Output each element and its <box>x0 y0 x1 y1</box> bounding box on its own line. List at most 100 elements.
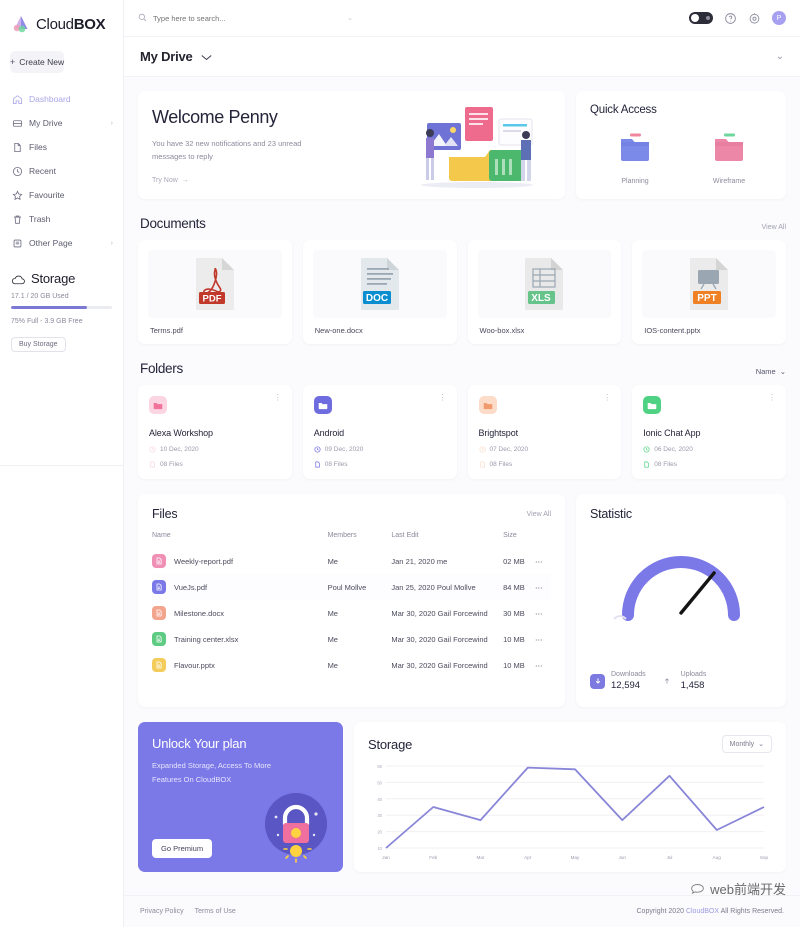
folder-card[interactable]: ⋮ Ionic Chat App 06 Dec, 2020 08 Files <box>632 385 786 479</box>
svg-text:Aug: Aug <box>713 855 722 860</box>
folder-menu-icon[interactable]: ⋮ <box>439 393 447 402</box>
folder-card[interactable]: ⋮ Brightspot 07 Dec, 2020 08 Files <box>467 385 622 479</box>
svg-text:50: 50 <box>377 780 382 785</box>
quick-access-title: Quick Access <box>590 104 657 116</box>
table-row[interactable]: Training center.xlsx Me Mar 30, 2020 Gai… <box>152 626 551 652</box>
row-menu-icon[interactable]: ⋯ <box>535 652 551 678</box>
folders-grid: ⋮ Alexa Workshop 10 Dec, 2020 08 Files ⋮… <box>138 385 786 479</box>
svg-text:Sep: Sep <box>760 855 768 860</box>
sidebar-item-other-page[interactable]: Other Page › <box>11 231 123 255</box>
content-scroll: Welcome Penny You have 32 new notificati… <box>124 77 800 895</box>
svg-text:PDF: PDF <box>202 294 221 305</box>
brand-bold: BOX <box>73 15 106 33</box>
table-row[interactable]: Flavour.pptx Me Mar 30, 2020 Gail Forcew… <box>152 652 551 678</box>
terms-of-use-link[interactable]: Terms of Use <box>195 908 236 915</box>
sidebar-item-dashboard[interactable]: Dashboard <box>11 87 123 111</box>
period-label: Monthly <box>729 740 755 748</box>
copyright-suffix: All Rights Reserved. <box>720 908 784 915</box>
help-circle-icon[interactable] <box>724 12 737 25</box>
file-size: 02 MB <box>503 556 525 566</box>
row-menu-icon[interactable]: ⋯ <box>535 574 551 600</box>
theme-toggle[interactable] <box>689 12 713 24</box>
quick-access-item-planning[interactable]: Planning <box>598 132 672 185</box>
main-area: ⌄ P My Drive ⌄ <box>124 0 800 927</box>
folder-icon <box>621 133 649 161</box>
period-select[interactable]: Monthly ⌄ <box>721 735 772 753</box>
folder-card[interactable]: ⋮ Android 09 Dec, 2020 08 Files <box>302 385 457 479</box>
buy-storage-button[interactable]: Buy Storage <box>11 337 66 352</box>
avatar[interactable]: P <box>772 11 786 25</box>
go-premium-button[interactable]: Go Premium <box>152 839 213 858</box>
cloud-icon <box>11 273 26 285</box>
sidebar-item-my-drive[interactable]: My Drive › <box>11 111 123 135</box>
folder-files-row: 08 Files <box>643 461 775 468</box>
folder-files-row: 08 Files <box>314 461 446 468</box>
document-card[interactable]: DOC New-one.docx <box>302 240 457 344</box>
try-now-link[interactable]: Try Now → <box>152 177 189 184</box>
document-card[interactable]: PDF Terms.pdf <box>138 240 292 344</box>
storage-chart-title: Storage <box>368 736 413 752</box>
search-box[interactable]: ⌄ <box>138 8 353 28</box>
drive-chevron-down-icon[interactable] <box>201 48 212 66</box>
files-view-all-link[interactable]: View All <box>527 511 551 518</box>
folder-files-row: 08 Files <box>149 461 281 468</box>
folder-date-row: 10 Dec, 2020 <box>149 446 281 453</box>
file-last-edit: Jan 21, 2020 me <box>391 556 448 566</box>
create-new-button[interactable]: + Create New <box>10 51 65 73</box>
file-name: VueJs.pdf <box>174 582 208 592</box>
file-members: Poul Mollve <box>327 574 392 600</box>
file-type-icon <box>152 632 166 646</box>
line-chart: 10 20 30 40 50 60 Jan Feb Mar Apr May Jun Jul Aug Sep <box>368 762 772 867</box>
folder-card[interactable]: ⋮ Alexa Workshop 10 Dec, 2020 08 Files <box>138 385 292 479</box>
file-members: Me <box>327 608 338 618</box>
row-menu-icon[interactable]: ⋯ <box>535 600 551 626</box>
file-size: 10 MB <box>503 660 525 670</box>
folder-icon <box>643 396 662 414</box>
folder-files: 08 Files <box>654 461 678 468</box>
sidebar-item-favourite[interactable]: Favourite <box>11 183 123 207</box>
folder-menu-icon[interactable]: ⋮ <box>603 393 611 402</box>
search-input[interactable] <box>153 13 342 23</box>
sidebar-item-trash[interactable]: Trash <box>11 207 123 231</box>
folder-date-row: 06 Dec, 2020 <box>643 446 775 453</box>
pdf-file-icon: PDF <box>195 258 234 310</box>
topbar: ⌄ P <box>124 0 800 37</box>
folder-files: 08 Files <box>160 461 183 468</box>
sidebar-item-recent[interactable]: Recent <box>11 159 123 183</box>
quick-access-item-wireframe[interactable]: Wireframe <box>692 132 766 185</box>
documents-view-all-link[interactable]: View All <box>762 224 786 231</box>
svg-text:Jan: Jan <box>382 855 390 860</box>
column-last-edit: Last Edit <box>391 532 419 539</box>
statistic-title: Statistic <box>590 507 632 521</box>
documents-grid: PDF Terms.pdf DOC New-one.docx XLS Woo-b… <box>138 240 786 344</box>
folder-menu-icon[interactable]: ⋮ <box>274 393 282 402</box>
clock-icon <box>11 165 24 178</box>
brand[interactable]: CloudBOX <box>0 0 123 37</box>
settings-icon[interactable] <box>748 12 761 25</box>
file-name: Weekly-report.pdf <box>174 556 234 566</box>
arrow-right-icon: → <box>181 177 189 185</box>
files-table-head: Name Members Last Edit Size <box>152 532 551 548</box>
clock-icon <box>149 446 156 453</box>
folders-sort-select[interactable]: Name ⌄ <box>756 367 786 376</box>
row-menu-icon[interactable]: ⋯ <box>535 548 551 574</box>
chevron-down-icon[interactable]: ⌄ <box>347 14 353 22</box>
row-menu-icon[interactable]: ⋯ <box>535 626 551 652</box>
sidebar-label: My Drive <box>29 118 63 128</box>
files-table: Name Members Last Edit Size Weekly-repor… <box>152 532 551 678</box>
table-row[interactable]: VueJs.pdf Poul Mollve Jan 25, 2020 Poul … <box>152 574 551 600</box>
document-card[interactable]: PPT IOS-content.pptx <box>632 240 786 344</box>
collapse-chevron-icon[interactable]: ⌄ <box>776 51 784 62</box>
document-card[interactable]: XLS Woo-box.xlsx <box>467 240 622 344</box>
folder-date: 06 Dec, 2020 <box>654 446 693 453</box>
table-row[interactable]: Milestone.docx Me Mar 30, 2020 Gail Forc… <box>152 600 551 626</box>
storage-chart-card: Storage Monthly ⌄ 10 20 30 40 50 60 Jan Feb Mar A… <box>354 722 786 872</box>
file-icon <box>479 461 486 468</box>
sidebar-item-files[interactable]: Files <box>11 135 123 159</box>
folder-menu-icon[interactable]: ⋮ <box>768 393 776 402</box>
privacy-policy-link[interactable]: Privacy Policy <box>140 908 184 915</box>
chevron-right-icon: › <box>110 119 113 127</box>
uploads-stat: Uploads 1,458 <box>660 671 706 691</box>
plus-icon: + <box>10 57 16 67</box>
table-row[interactable]: Weekly-report.pdf Me Jan 21, 2020 me 02 … <box>152 548 551 574</box>
